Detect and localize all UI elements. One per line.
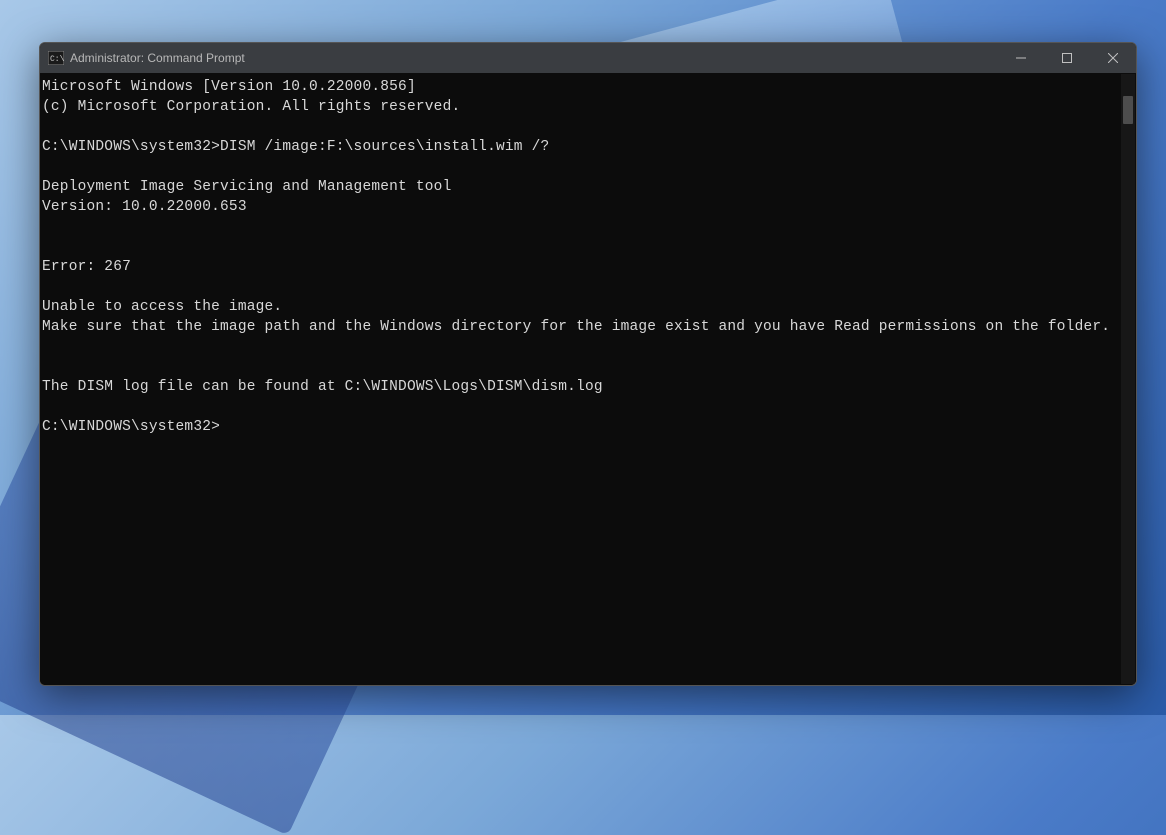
- terminal-line: [42, 337, 1134, 357]
- terminal-output: Microsoft Windows [Version 10.0.22000.85…: [42, 77, 1134, 437]
- maximize-button[interactable]: [1044, 43, 1090, 73]
- window-title: Administrator: Command Prompt: [70, 51, 998, 65]
- terminal-line: C:\WINDOWS\system32>DISM /image:F:\sourc…: [42, 137, 1134, 157]
- terminal-body[interactable]: Microsoft Windows [Version 10.0.22000.85…: [40, 73, 1136, 685]
- terminal-line: (c) Microsoft Corporation. All rights re…: [42, 97, 1134, 117]
- scrollbar-track[interactable]: [1121, 74, 1135, 684]
- terminal-line: [42, 157, 1134, 177]
- terminal-line: Deployment Image Servicing and Managemen…: [42, 177, 1134, 197]
- terminal-line: Make sure that the image path and the Wi…: [42, 317, 1134, 337]
- close-button[interactable]: [1090, 43, 1136, 73]
- window-titlebar[interactable]: C:\ Administrator: Command Prompt: [40, 43, 1136, 73]
- terminal-line: [42, 397, 1134, 417]
- svg-text:C:\: C:\: [50, 55, 64, 64]
- scrollbar-thumb[interactable]: [1123, 96, 1133, 124]
- command-prompt-window: C:\ Administrator: Command Prompt Micros…: [39, 42, 1137, 686]
- terminal-line: [42, 277, 1134, 297]
- terminal-line: Version: 10.0.22000.653: [42, 197, 1134, 217]
- minimize-button[interactable]: [998, 43, 1044, 73]
- terminal-line: [42, 357, 1134, 377]
- window-controls: [998, 43, 1136, 73]
- terminal-line: C:\WINDOWS\system32>: [42, 417, 1134, 437]
- terminal-line: Unable to access the image.: [42, 297, 1134, 317]
- terminal-line: Error: 267: [42, 257, 1134, 277]
- terminal-line: [42, 117, 1134, 137]
- terminal-line: Microsoft Windows [Version 10.0.22000.85…: [42, 77, 1134, 97]
- terminal-line: [42, 237, 1134, 257]
- terminal-line: [42, 217, 1134, 237]
- terminal-line: The DISM log file can be found at C:\WIN…: [42, 377, 1134, 397]
- cmd-icon: C:\: [48, 51, 64, 65]
